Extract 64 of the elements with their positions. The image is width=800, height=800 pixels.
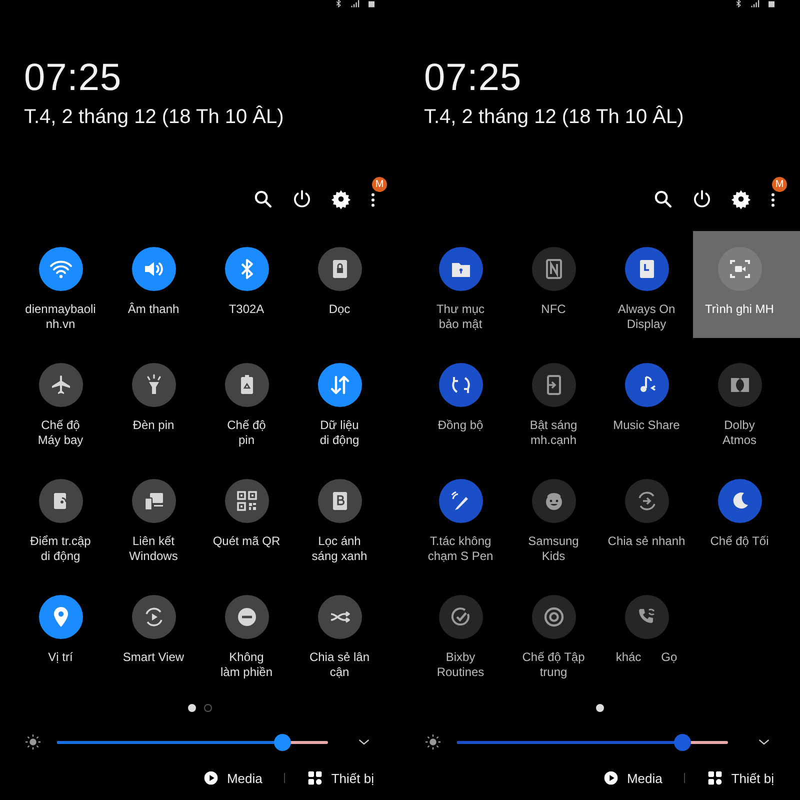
bluetooth-icon — [334, 0, 343, 8]
brightness-slider[interactable] — [457, 734, 728, 750]
quick-setting-tile[interactable]: Music Share — [600, 347, 693, 454]
clock-time: 07:25 — [424, 58, 523, 98]
qr-code-icon — [234, 489, 258, 513]
quick-setting-tile[interactable]: Bixby Routines — [414, 579, 507, 686]
clock-time: 07:25 — [24, 58, 123, 98]
target-icon — [542, 605, 566, 629]
notification-badge: M — [372, 177, 387, 192]
quick-setting-tile[interactable]: Chế độ Tập trung — [507, 579, 600, 686]
search-icon[interactable] — [253, 189, 273, 209]
quick-setting-tile[interactable]: Always On Display — [600, 231, 693, 338]
settings-icon[interactable] — [331, 189, 351, 209]
quick-setting-tile[interactable]: Chế độ pin — [200, 347, 293, 454]
quick-setting-tile[interactable]: Thư mục bảo mật — [414, 231, 507, 338]
play-icon — [602, 770, 619, 786]
sun-icon — [24, 733, 42, 751]
quick-setting-tile[interactable]: Đèn pin — [107, 347, 200, 454]
play-icon — [202, 770, 219, 786]
signal-icon — [349, 0, 361, 8]
grid-icon — [307, 770, 324, 786]
date-text: T.4, 2 tháng 12 (18 Th 10 ÂL) — [24, 105, 285, 129]
brightness-slider[interactable] — [57, 734, 328, 750]
quick-setting-tile[interactable]: Chế độ Tối — [693, 463, 800, 570]
quick-setting-tile[interactable]: Điểm tr.cập di động — [14, 463, 107, 570]
quick-setting-tile[interactable]: Bật sáng mh.cạnh — [507, 347, 600, 454]
devices-button[interactable]: Thiết bị — [307, 770, 374, 786]
power-icon[interactable] — [692, 189, 712, 209]
quick-setting-tile[interactable]: T302A — [200, 231, 293, 338]
more-options-icon[interactable] — [770, 191, 776, 209]
quick-setting-tile[interactable]: Trình ghi MH — [693, 231, 800, 338]
quick-setting-tile[interactable]: Chia sẻ lân cận — [293, 579, 400, 686]
quick-setting-tile[interactable]: T.tác không chạm S Pen — [414, 463, 507, 570]
quick-setting-tile[interactable]: Chế độ Máy bay — [14, 347, 107, 454]
quick-setting-tile[interactable]: Không làm phiền — [200, 579, 293, 686]
quick-setting-tile[interactable]: Vị trí — [14, 579, 107, 686]
screen-record-icon — [728, 257, 752, 281]
quick-setting-tile[interactable]: Lọc ánh sáng xanh — [293, 463, 400, 570]
quick-setting-tile[interactable]: Đồng bộ — [414, 347, 507, 454]
quick-setting-tile[interactable]: NFC — [507, 231, 600, 338]
media-button[interactable]: Media — [602, 770, 662, 786]
quick-setting-tile[interactable]: Liên kết Windows — [107, 463, 200, 570]
bluetooth-icon — [734, 0, 743, 8]
more-options-icon[interactable] — [370, 191, 376, 209]
search-icon[interactable] — [653, 189, 673, 209]
quick-setting-tile[interactable]: Smart View — [107, 579, 200, 686]
signal-icon — [749, 0, 761, 8]
settings-icon[interactable] — [731, 189, 751, 209]
quick-setting-tile[interactable]: Âm thanh — [107, 231, 200, 338]
quick-setting-tile[interactable]: Quét mã QR — [200, 463, 293, 570]
quick-setting-tile[interactable]: Dọc — [293, 231, 400, 338]
power-icon[interactable] — [292, 189, 312, 209]
notification-badge: M — [772, 177, 787, 192]
quick-setting-tile[interactable]: khác Gọ — [600, 579, 693, 686]
media-button[interactable]: Media — [202, 770, 262, 786]
devices-button[interactable]: Thiết bị — [707, 770, 774, 786]
quick-setting-tile[interactable]: Chia sẻ nhanh — [600, 463, 693, 570]
grid-icon — [707, 770, 724, 786]
date-text: T.4, 2 tháng 12 (18 Th 10 ÂL) — [424, 105, 685, 129]
quick-setting-tile[interactable]: dienmaybaoli nh.vn — [14, 231, 107, 338]
quick-setting-tile[interactable]: Dữ liệu di động — [293, 347, 400, 454]
sun-icon — [424, 733, 442, 751]
quick-setting-tile[interactable]: Samsung Kids — [507, 463, 600, 570]
quick-setting-tile[interactable]: Dolby Atmos — [693, 347, 800, 454]
